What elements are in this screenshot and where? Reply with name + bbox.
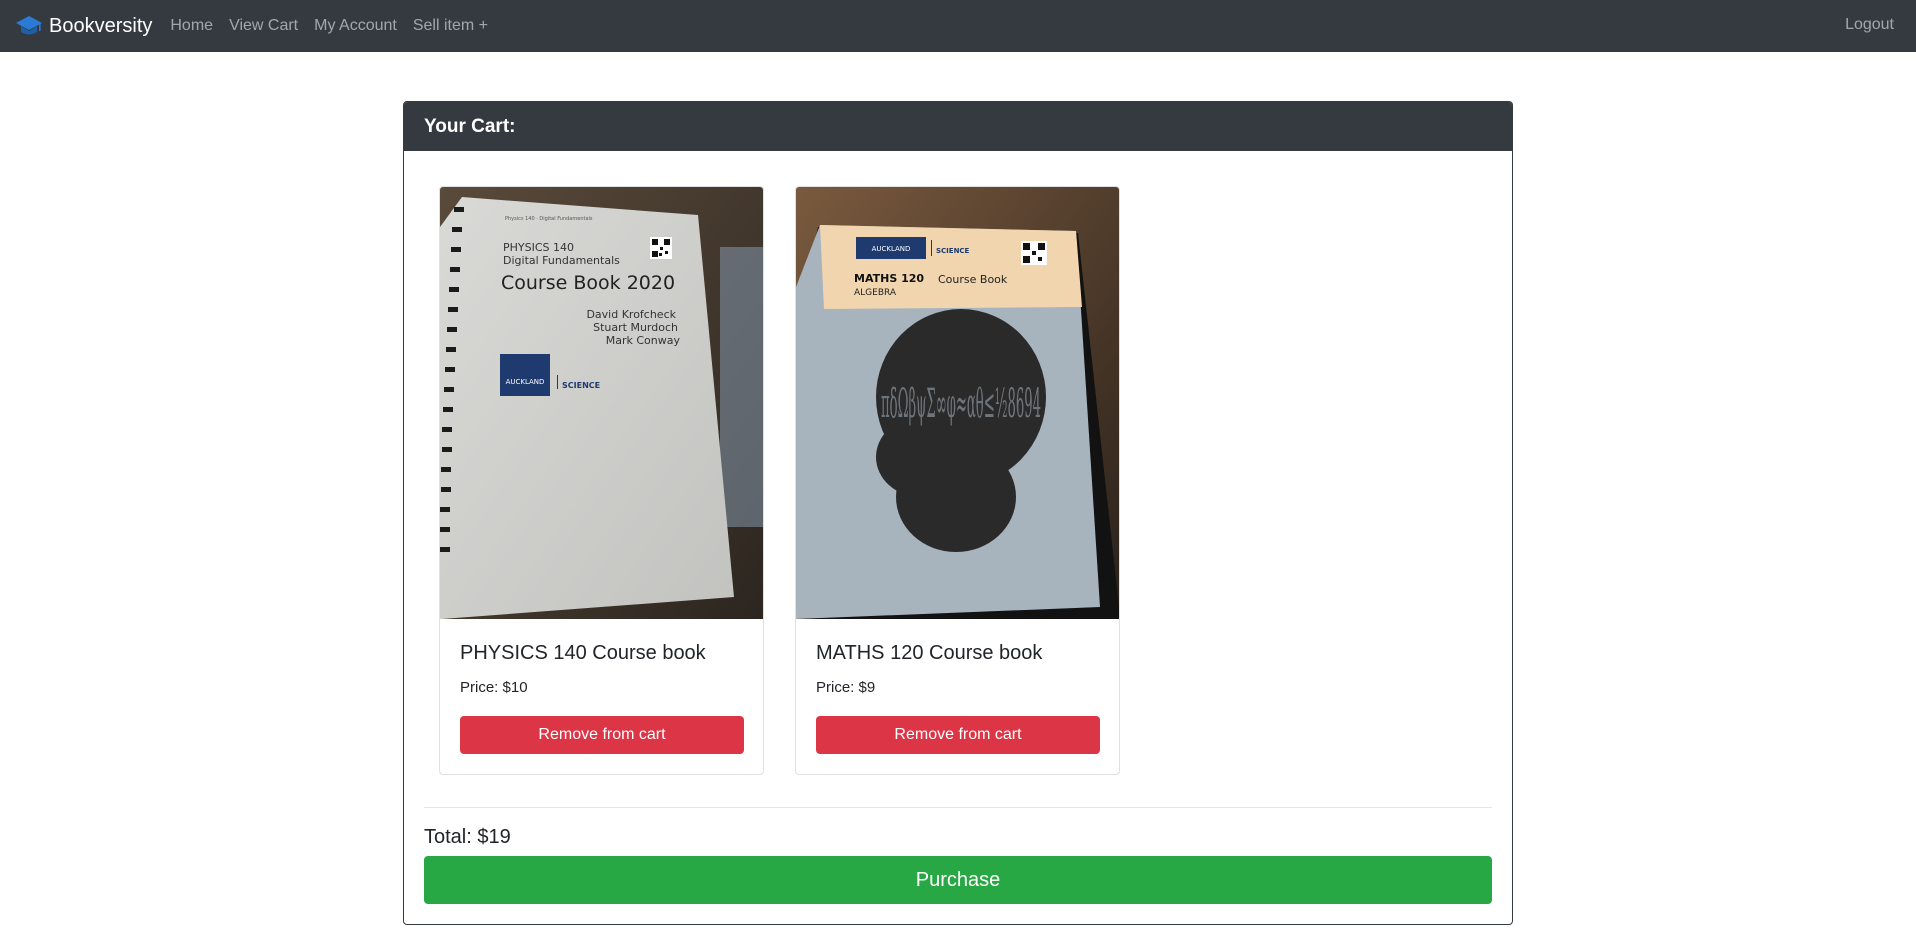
cart-total: Total: $19 xyxy=(424,826,511,848)
divider xyxy=(424,807,1492,808)
maths-book-cover-image: AUCKLAND SCIENCE MATHS 120 Course Book A… xyxy=(796,187,1119,619)
item-price: Price: $9 xyxy=(816,679,876,696)
cover-author-1: David Krofcheck xyxy=(586,308,676,321)
cover-faculty: SCIENCE xyxy=(562,381,600,390)
cover-heading: Course Book xyxy=(938,273,1008,286)
cover-heading: Course Book 2020 xyxy=(501,272,675,294)
brand[interactable]: Bookversity xyxy=(15,14,152,38)
item-price: Price: $10 xyxy=(460,679,528,696)
cover-course: MATHS 120 xyxy=(854,272,924,285)
nav-my-account-link[interactable]: My Account xyxy=(314,17,397,35)
cover-author-3: Mark Conway xyxy=(606,334,681,347)
cart-title: Your Cart: xyxy=(424,116,516,137)
cover-university: AUCKLAND xyxy=(872,245,911,253)
cart-item-card: AUCKLAND SCIENCE MATHS 120 Course Book A… xyxy=(795,186,1120,775)
item-title: PHYSICS 140 Course book xyxy=(460,642,706,664)
logout-link[interactable]: Logout xyxy=(1845,16,1894,34)
graduation-cap-icon xyxy=(16,16,42,35)
purchase-button[interactable]: Purchase xyxy=(424,856,1492,904)
nav-home-link[interactable]: Home xyxy=(170,17,213,35)
brand-name: Bookversity xyxy=(49,14,153,37)
cover-glyphs: πδΩβψΣ∞φ≈αθ≤½8694 xyxy=(881,381,1041,427)
physics-book-cover-image: Physics 140 · Digital Fundamentals PHYSI… xyxy=(440,187,763,619)
remove-from-cart-button[interactable]: Remove from cart xyxy=(460,716,744,754)
top-navbar: Bookversity Home View Cart My Account Se… xyxy=(0,0,1916,52)
cover-subtitle: Digital Fundamentals xyxy=(503,254,620,267)
cart-header: Your Cart: xyxy=(404,102,1512,151)
nav-view-cart-link[interactable]: View Cart xyxy=(229,17,298,35)
cover-university: AUCKLAND xyxy=(506,378,545,386)
cover-subtitle: ALGEBRA xyxy=(854,288,897,298)
cover-course: PHYSICS 140 xyxy=(503,241,574,254)
cover-author-2: Stuart Murdoch xyxy=(593,321,678,334)
cover-faculty: SCIENCE xyxy=(936,247,970,255)
item-title: MATHS 120 Course book xyxy=(816,642,1043,664)
nav-sell-item-link[interactable]: Sell item + xyxy=(413,17,488,35)
remove-from-cart-button[interactable]: Remove from cart xyxy=(816,716,1100,754)
nav-links: Home View Cart My Account Sell item + xyxy=(162,17,496,35)
cart-item-card: Physics 140 · Digital Fundamentals PHYSI… xyxy=(439,186,764,775)
cover-small-text: Physics 140 · Digital Fundamentals xyxy=(505,216,593,222)
